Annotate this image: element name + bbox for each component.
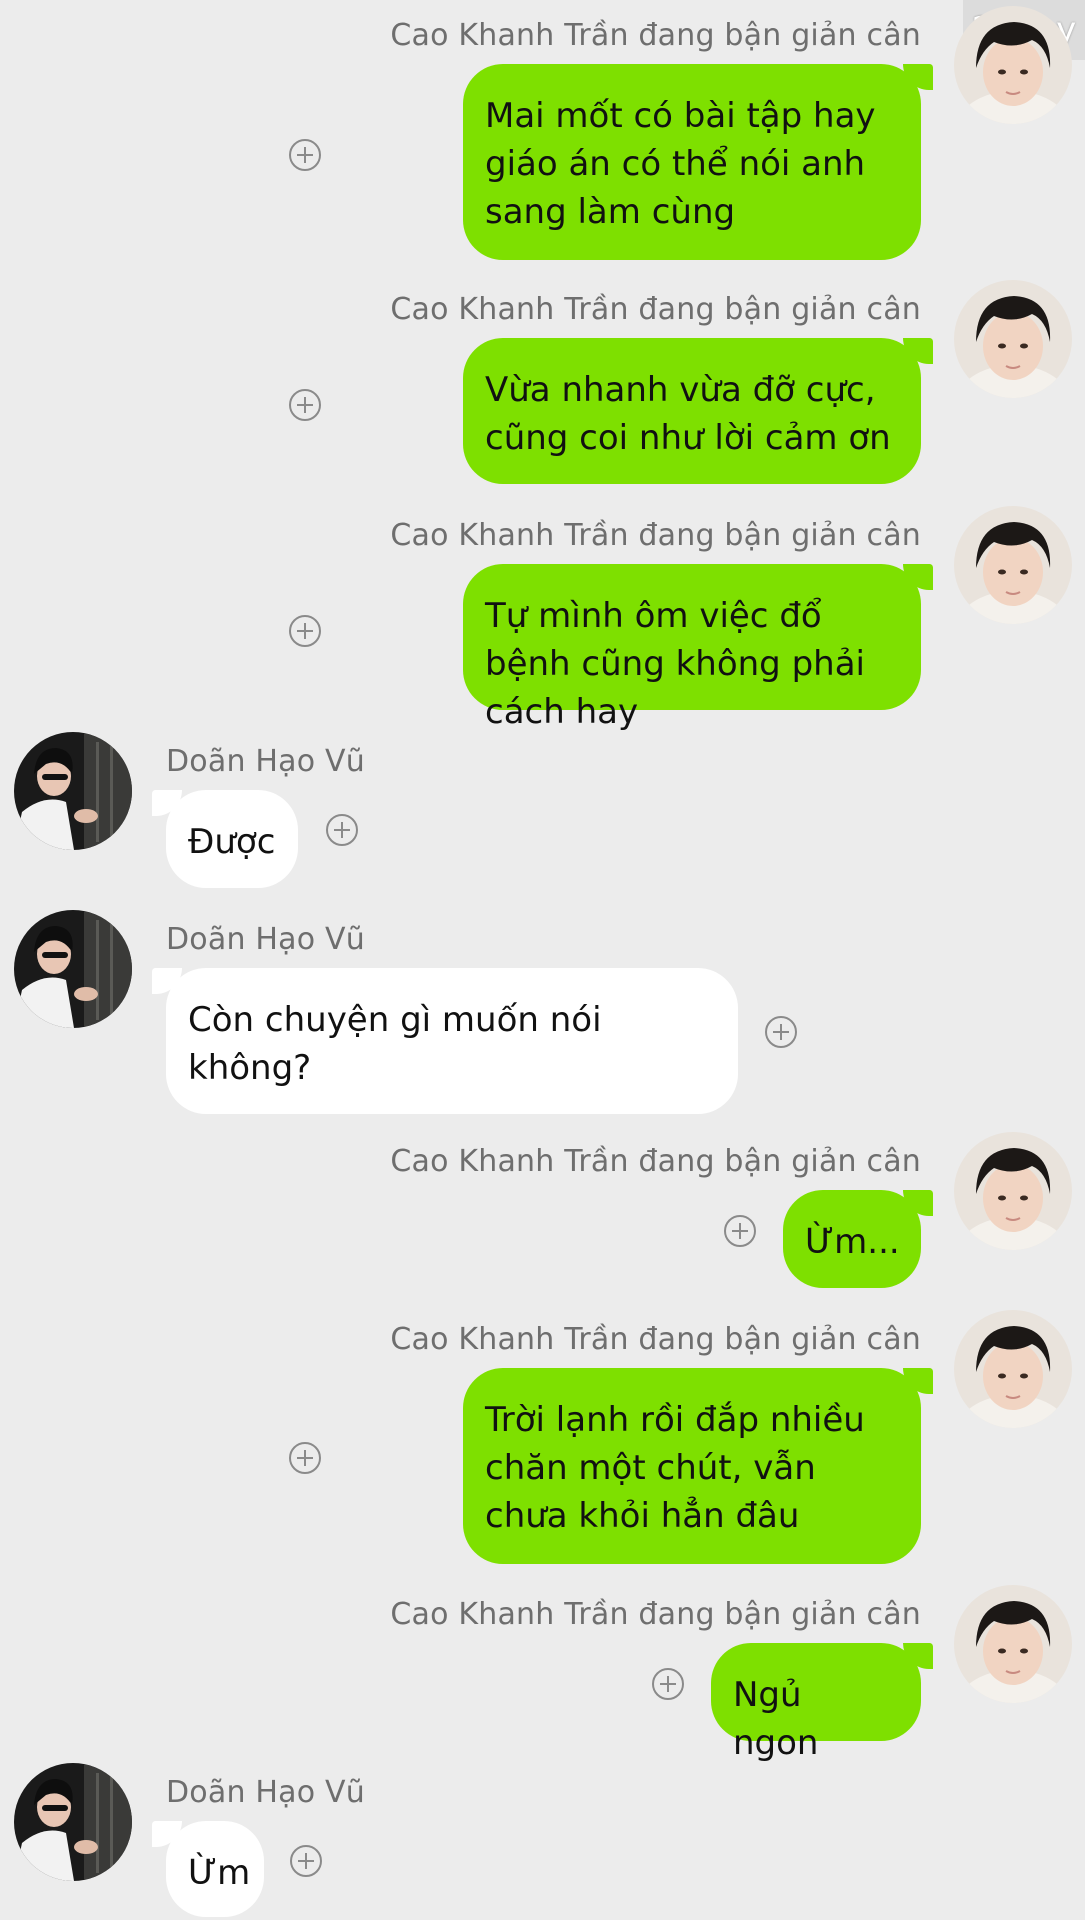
add-reaction-icon[interactable] bbox=[724, 1215, 756, 1247]
message-row: Doãn Hạo Vũ Được bbox=[0, 732, 1085, 894]
message-bubble[interactable]: Ừm... bbox=[783, 1190, 933, 1288]
message-bubble[interactable]: Ngủ ngon bbox=[711, 1643, 933, 1763]
avatar[interactable] bbox=[954, 1132, 1072, 1250]
avatar[interactable] bbox=[14, 910, 132, 1028]
message-bubble[interactable]: Tự mình ôm việc đổ bệnh cũng không phải … bbox=[463, 564, 933, 732]
add-reaction-icon[interactable] bbox=[326, 814, 358, 846]
message-bubble[interactable]: Trời lạnh rồi đắp nhiều chăn một chút, v… bbox=[463, 1368, 933, 1564]
avatar[interactable] bbox=[14, 732, 132, 850]
message-bubble[interactable]: Ừm bbox=[152, 1821, 264, 1917]
sender-name: Cao Khanh Trần đang bận giản cân bbox=[390, 1322, 921, 1357]
message-bubble[interactable]: Mai mốt có bài tập hay giáo án có thể nó… bbox=[463, 64, 933, 260]
message-bubble[interactable]: Còn chuyện gì muốn nói không? bbox=[152, 968, 738, 1114]
sender-name: Cao Khanh Trần đang bận giản cân bbox=[390, 1144, 921, 1179]
add-reaction-icon[interactable] bbox=[290, 1845, 322, 1877]
add-reaction-icon[interactable] bbox=[652, 1668, 684, 1700]
sender-name: Doãn Hạo Vũ bbox=[166, 1775, 365, 1810]
sender-name: Cao Khanh Trần đang bận giản cân bbox=[390, 518, 921, 553]
message-row: Cao Khanh Trần đang bận giản cân Tự mình… bbox=[0, 506, 1085, 732]
sender-name: Cao Khanh Trần đang bận giản cân bbox=[390, 18, 921, 53]
message-row: Cao Khanh Trần đang bận giản cân Trời lạ… bbox=[0, 1310, 1085, 1564]
avatar[interactable] bbox=[954, 506, 1072, 624]
add-reaction-icon[interactable] bbox=[765, 1016, 797, 1048]
sender-name: Cao Khanh Trần đang bận giản cân bbox=[390, 1597, 921, 1632]
message-row: Doãn Hạo Vũ Còn chuyện gì muốn nói không… bbox=[0, 910, 1085, 1114]
message-row: Cao Khanh Trần đang bận giản cân Mai mốt… bbox=[0, 6, 1085, 260]
avatar[interactable] bbox=[14, 1763, 132, 1881]
add-reaction-icon[interactable] bbox=[289, 139, 321, 171]
avatar[interactable] bbox=[954, 280, 1072, 398]
sender-name: Doãn Hạo Vũ bbox=[166, 922, 365, 957]
message-row: Doãn Hạo Vũ Ừm bbox=[0, 1763, 1085, 1920]
add-reaction-icon[interactable] bbox=[289, 1442, 321, 1474]
add-reaction-icon[interactable] bbox=[289, 389, 321, 421]
message-bubble[interactable]: Vừa nhanh vừa đỡ cực, cũng coi như lời c… bbox=[463, 338, 933, 484]
add-reaction-icon[interactable] bbox=[289, 615, 321, 647]
message-row: Cao Khanh Trần đang bận giản cân Vừa nha… bbox=[0, 280, 1085, 484]
sender-name: Cao Khanh Trần đang bận giản cân bbox=[390, 292, 921, 327]
message-row: Cao Khanh Trần đang bận giản cân Ừm... bbox=[0, 1132, 1085, 1289]
message-bubble[interactable]: Được bbox=[152, 790, 298, 888]
avatar[interactable] bbox=[954, 1585, 1072, 1703]
avatar[interactable] bbox=[954, 6, 1072, 124]
avatar[interactable] bbox=[954, 1310, 1072, 1428]
message-row: Cao Khanh Trần đang bận giản cân Ngủ ngo… bbox=[0, 1585, 1085, 1763]
sender-name: Doãn Hạo Vũ bbox=[166, 744, 365, 779]
